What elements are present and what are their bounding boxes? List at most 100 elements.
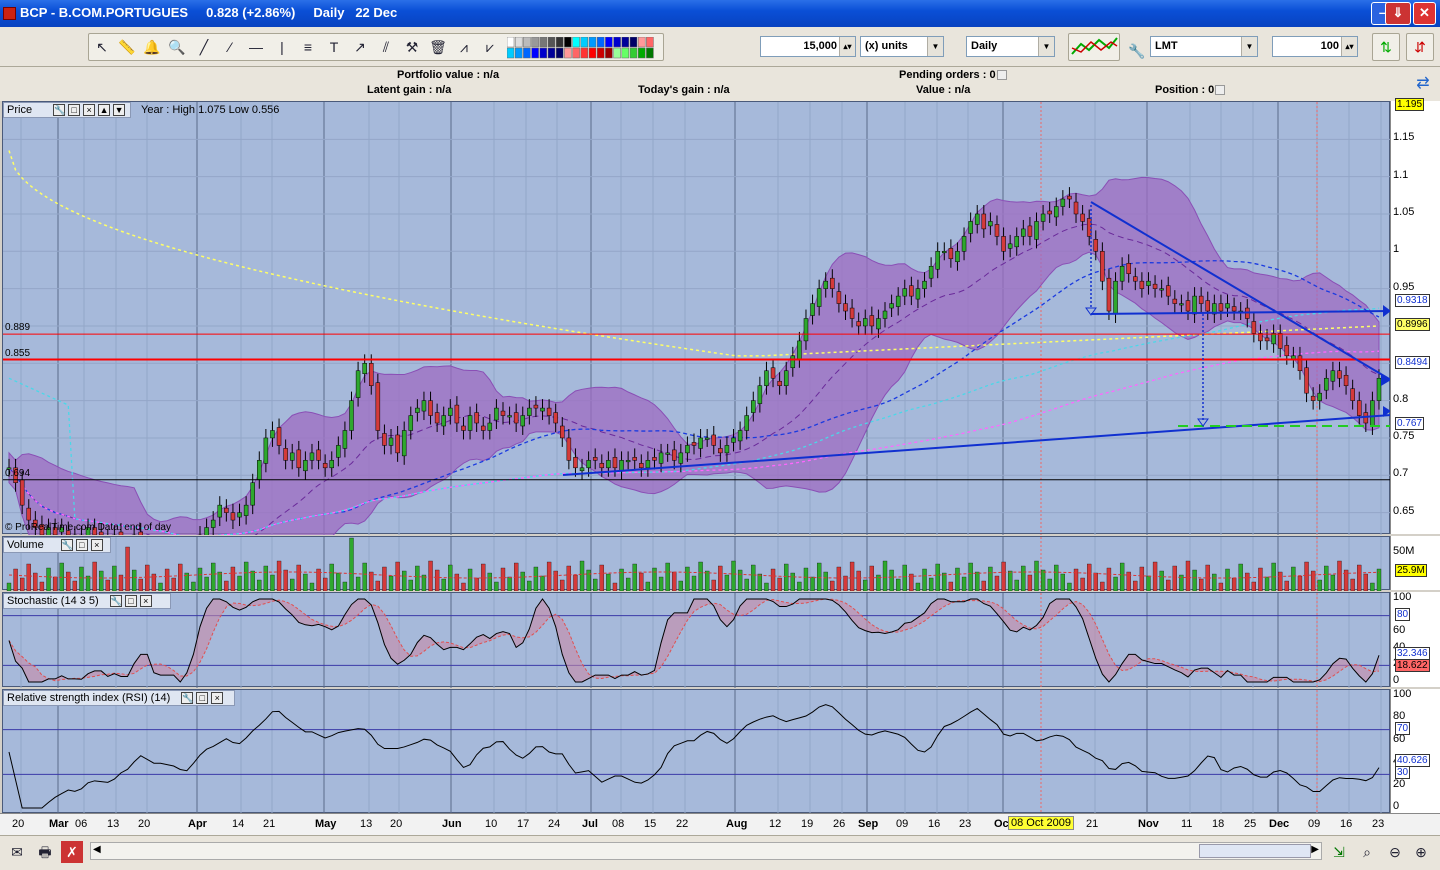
color-palette[interactable] — [507, 37, 659, 59]
candle-body — [1192, 295, 1197, 315]
volume-pane[interactable]: Volume 🔧 □ × — [2, 536, 1391, 591]
volume-bar — [112, 565, 117, 591]
spin-icon[interactable]: ▴▾ — [839, 37, 855, 56]
volume-bar — [658, 576, 664, 591]
ruler-icon[interactable]: 📏 — [116, 36, 138, 58]
text-icon[interactable]: T — [323, 36, 345, 58]
volume-bar — [66, 571, 71, 591]
period-select[interactable]: Daily ▼ — [966, 36, 1055, 57]
palette-swatch — [514, 47, 523, 59]
sell-button[interactable]: ⇵ — [1406, 33, 1434, 61]
sort-down-icon[interactable]: ⇓ — [1385, 2, 1411, 25]
candle-body — [454, 404, 460, 424]
volume-bar — [323, 577, 328, 591]
wrench-icon[interactable]: 🔧 — [1126, 40, 1148, 62]
maximize-icon[interactable]: □ — [75, 539, 88, 552]
cancel-icon[interactable]: ✗ — [61, 841, 83, 863]
volume-chart[interactable] — [3, 537, 1391, 591]
zoom-icon[interactable]: 🔍 — [166, 36, 188, 58]
vertical-line-icon[interactable]: | — [271, 36, 293, 58]
volume-bar — [1133, 580, 1138, 591]
delete-icon[interactable]: 🗑 — [427, 36, 449, 58]
maximize-icon[interactable]: □ — [68, 104, 81, 117]
close-icon[interactable]: × — [83, 104, 96, 117]
buy-button[interactable]: ⇅ — [1372, 33, 1400, 61]
print-icon[interactable]: 🖶 — [34, 841, 56, 863]
price-chart[interactable] — [3, 102, 1391, 535]
sell-icon: ⇵ — [1414, 39, 1426, 55]
date-label: 20 — [138, 818, 151, 830]
chevron-down-icon[interactable]: ▼ — [1241, 37, 1257, 56]
candle-body — [1093, 239, 1099, 252]
candle-body — [942, 251, 947, 254]
close-icon[interactable]: × — [90, 539, 103, 552]
volume-bar — [467, 568, 473, 591]
close-icon[interactable]: × — [139, 595, 152, 608]
unit-select[interactable]: (x) units ▼ — [860, 36, 944, 57]
volume-bar — [599, 564, 604, 591]
stochastic-pane[interactable]: Stochastic (14 3 5) 🔧 □ × — [2, 592, 1391, 688]
price-pane[interactable]: Price 🔧 □ × ▲ ▼ Year : High 1.075 Low 0.556 … — [2, 101, 1391, 535]
price-scale[interactable]: 1.15 1.1 1.05 1 0.95 0.8 0.75 0.7 0.65 1.195 0.931… — [1390, 97, 1440, 534]
scroll-left-icon[interactable]: ◀ — [93, 844, 101, 855]
limit-input[interactable]: 100 ▴▾ — [1272, 36, 1358, 57]
maximize-icon[interactable]: □ — [196, 692, 209, 705]
order-type-select[interactable]: LMT ▼ — [1150, 36, 1258, 57]
quantity-input[interactable]: 15,000 ▴▾ — [760, 36, 856, 57]
down-icon[interactable]: ▼ — [113, 104, 126, 117]
pointer-icon[interactable]: ↖ — [91, 36, 113, 58]
zoom-in-icon[interactable]: ⊕ — [1410, 841, 1432, 863]
wrench-icon[interactable]: 🔧 — [53, 104, 65, 117]
candle-body — [619, 460, 624, 472]
swap-arrows-icon[interactable]: ⇄ — [1412, 73, 1434, 95]
rsi-pane[interactable]: Relative strength index (RSI) (14) 🔧 □ × — [2, 689, 1391, 814]
wrench-icon[interactable]: 🔧 — [109, 595, 122, 608]
auto-scale-icon[interactable]: ⇲ — [1328, 841, 1350, 863]
volume-bar — [250, 570, 255, 591]
candle-body — [342, 430, 348, 449]
tools-icon[interactable]: ⚒ — [401, 36, 423, 58]
volume-bar — [1027, 574, 1033, 591]
mail-icon[interactable]: ✉ — [6, 841, 28, 863]
orders-list-icon[interactable] — [996, 70, 1007, 81]
volume-bar — [593, 578, 598, 591]
zoom-box-icon[interactable]: ⌕ — [1356, 841, 1378, 863]
close-button[interactable]: ✕ — [1413, 2, 1436, 25]
horizontal-line-icon[interactable]: — — [245, 36, 267, 58]
pattern-icon[interactable]: ⩘ — [453, 36, 475, 58]
fibonacci-icon[interactable]: ≡ — [297, 36, 319, 58]
horizontal-scrollbar[interactable]: ◀ ▶ — [90, 842, 1322, 860]
positions-list-icon[interactable] — [1215, 85, 1226, 96]
channel-icon[interactable]: ⫽ — [375, 36, 397, 58]
candle-body — [645, 460, 651, 469]
chevron-down-icon[interactable]: ▼ — [927, 37, 943, 56]
trend-line-icon[interactable]: ╱ — [193, 36, 215, 58]
scroll-right-icon[interactable]: ▶ — [1311, 844, 1319, 855]
volume-bar — [243, 561, 249, 591]
wrench-icon[interactable]: 🔧 — [181, 692, 194, 705]
volume-bar — [487, 572, 492, 591]
chevron-down-icon[interactable]: ▼ — [1038, 37, 1054, 56]
chart-style-button[interactable] — [1068, 33, 1120, 61]
arrow-tool-icon[interactable]: ↗ — [349, 36, 371, 58]
volume-bar — [803, 567, 809, 591]
stochastic-chart[interactable] — [3, 593, 1391, 688]
rsi-chart[interactable] — [3, 690, 1391, 814]
zoom-out-icon[interactable]: ⊖ — [1384, 841, 1406, 863]
volume-bar — [922, 568, 927, 591]
candle-body — [724, 445, 730, 454]
close-icon[interactable]: × — [211, 692, 224, 705]
spin-icon[interactable]: ▴▾ — [1341, 37, 1357, 56]
ray-line-icon[interactable]: ⁄ — [219, 36, 241, 58]
volume-bar — [211, 562, 216, 591]
wrench-icon[interactable]: 🔧 — [60, 539, 73, 552]
alert-bell-icon[interactable]: 🔔 — [141, 36, 163, 58]
year-high-low: Year : High 1.075 Low 0.556 — [141, 104, 280, 116]
volume-bar — [981, 580, 986, 591]
date-label: 23 — [959, 818, 972, 830]
wave-icon[interactable]: ⩗ — [479, 36, 501, 58]
maximize-icon[interactable]: □ — [124, 595, 137, 608]
date-axis[interactable]: 08 Oct 2009 20 Mar 06 13 20 Apr 14 21 May 13 20 Jun… — [0, 813, 1440, 835]
scroll-thumb[interactable] — [1199, 844, 1311, 858]
up-icon[interactable]: ▲ — [98, 104, 111, 117]
